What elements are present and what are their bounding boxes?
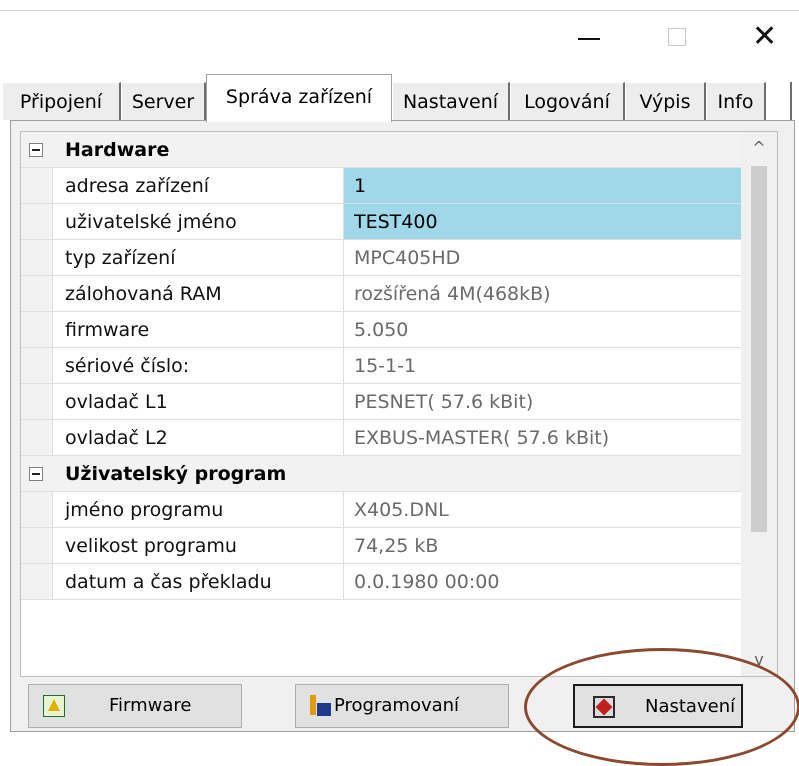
collapse-icon[interactable] bbox=[29, 467, 43, 481]
scroll-down-icon[interactable]: v bbox=[741, 644, 777, 676]
settings-button[interactable]: Nastavení bbox=[573, 684, 743, 728]
firmware-button[interactable]: Firmware bbox=[28, 684, 242, 728]
property-row: firmware 5.050 bbox=[21, 312, 777, 348]
scroll-thumb[interactable] bbox=[751, 166, 767, 532]
category-title: Uživatelský program bbox=[65, 463, 287, 485]
category-hardware: Hardware bbox=[21, 132, 777, 168]
minimize-icon bbox=[578, 38, 600, 40]
programming-button-label: Programovaní bbox=[334, 695, 460, 716]
property-value[interactable]: 1 bbox=[344, 168, 742, 203]
category-title: Hardware bbox=[65, 139, 170, 161]
grid-gutter bbox=[21, 132, 53, 167]
grid-gutter bbox=[21, 204, 53, 239]
collapse-icon[interactable] bbox=[29, 143, 43, 157]
property-row: ovladač L1 PESNET( 57.6 kBit) bbox=[21, 384, 777, 420]
scroll-up-icon[interactable]: ^ bbox=[741, 132, 777, 164]
minimize-button[interactable] bbox=[568, 22, 608, 56]
property-label[interactable]: adresa zařízení bbox=[53, 168, 344, 203]
maximize-icon bbox=[668, 28, 686, 46]
property-row: ovladač L2 EXBUS-MASTER( 57.6 kBit) bbox=[21, 420, 777, 456]
property-label[interactable]: typ zařízení bbox=[53, 240, 344, 275]
property-label[interactable]: ovladač L2 bbox=[53, 420, 344, 455]
tab-pripojeni[interactable]: Připojení bbox=[2, 82, 121, 120]
property-label[interactable]: firmware bbox=[53, 312, 344, 347]
grid-gutter bbox=[21, 276, 53, 311]
tab-nastaveni[interactable]: Nastavení bbox=[392, 82, 510, 120]
settings-button-label: Nastavení bbox=[645, 696, 736, 717]
grid-gutter bbox=[21, 528, 53, 563]
firmware-icon bbox=[43, 695, 65, 717]
property-label[interactable]: sériové číslo: bbox=[53, 348, 344, 383]
maximize-button[interactable] bbox=[655, 22, 695, 56]
property-value[interactable]: PESNET( 57.6 kBit) bbox=[344, 384, 742, 419]
property-row: jméno programu X405.DNL bbox=[21, 492, 777, 528]
firmware-button-label: Firmware bbox=[109, 695, 192, 716]
property-value[interactable]: MPC405HD bbox=[344, 240, 742, 275]
property-value[interactable]: 15-1-1 bbox=[344, 348, 742, 383]
title-bar: ✕ bbox=[0, 0, 799, 62]
property-row: uživatelské jméno TEST400 bbox=[21, 204, 777, 240]
tab-strip: Připojení Server Správa zařízení Nastave… bbox=[0, 72, 799, 122]
property-value[interactable]: EXBUS-MASTER( 57.6 kBit) bbox=[344, 420, 742, 455]
property-value[interactable]: 5.050 bbox=[344, 312, 742, 347]
tab-info[interactable]: Info bbox=[706, 82, 766, 120]
grid-gutter bbox=[21, 420, 53, 455]
property-row: zálohovaná RAM rozšířená 4M(468kB) bbox=[21, 276, 777, 312]
tab-strip-edge bbox=[790, 82, 792, 122]
grid-gutter bbox=[21, 348, 53, 383]
upload-disk-icon bbox=[310, 695, 332, 717]
property-label[interactable]: ovladač L1 bbox=[53, 384, 344, 419]
category-user-program: Uživatelský program bbox=[21, 456, 777, 492]
property-row: datum a čas překladu 0.0.1980 00:00 bbox=[21, 564, 777, 600]
grid-gutter bbox=[21, 456, 53, 491]
property-value[interactable]: rozšířená 4M(468kB) bbox=[344, 276, 742, 311]
grid-gutter bbox=[21, 384, 53, 419]
property-label[interactable]: jméno programu bbox=[53, 492, 344, 527]
grid-gutter bbox=[21, 240, 53, 275]
tab-sprava-zarizeni[interactable]: Správa zařízení bbox=[206, 74, 392, 122]
property-label[interactable]: datum a čas překladu bbox=[53, 564, 344, 599]
property-row: sériové číslo: 15-1-1 bbox=[21, 348, 777, 384]
title-bar-top-border bbox=[0, 10, 799, 11]
property-value[interactable]: 74,25 kB bbox=[344, 528, 742, 563]
property-label[interactable]: uživatelské jméno bbox=[53, 204, 344, 239]
grid-gutter bbox=[21, 492, 53, 527]
property-grid: Hardware adresa zařízení 1 uživatelské j… bbox=[20, 131, 778, 677]
grid-gutter bbox=[21, 564, 53, 599]
property-value[interactable]: 0.0.1980 00:00 bbox=[344, 564, 742, 599]
property-label[interactable]: zálohovaná RAM bbox=[53, 276, 344, 311]
upload-arrow-shape bbox=[310, 695, 316, 715]
close-icon: ✕ bbox=[752, 19, 778, 54]
close-button[interactable]: ✕ bbox=[752, 19, 792, 56]
property-label[interactable]: velikost programu bbox=[53, 528, 344, 563]
tab-vypis[interactable]: Výpis bbox=[625, 82, 706, 120]
tab-server[interactable]: Server bbox=[121, 82, 206, 120]
settings-tool-icon bbox=[593, 696, 615, 718]
property-row: typ zařízení MPC405HD bbox=[21, 240, 777, 276]
property-value[interactable]: TEST400 bbox=[344, 204, 742, 239]
property-value[interactable]: X405.DNL bbox=[344, 492, 742, 527]
disk-shape bbox=[317, 703, 331, 716]
grid-gutter bbox=[21, 312, 53, 347]
tab-logovani[interactable]: Logování bbox=[510, 82, 625, 120]
property-row: adresa zařízení 1 bbox=[21, 168, 777, 204]
programming-button[interactable]: Programovaní bbox=[295, 684, 509, 728]
property-row: velikost programu 74,25 kB bbox=[21, 528, 777, 564]
vertical-scrollbar[interactable]: ^ v bbox=[741, 132, 777, 676]
grid-gutter bbox=[21, 168, 53, 203]
